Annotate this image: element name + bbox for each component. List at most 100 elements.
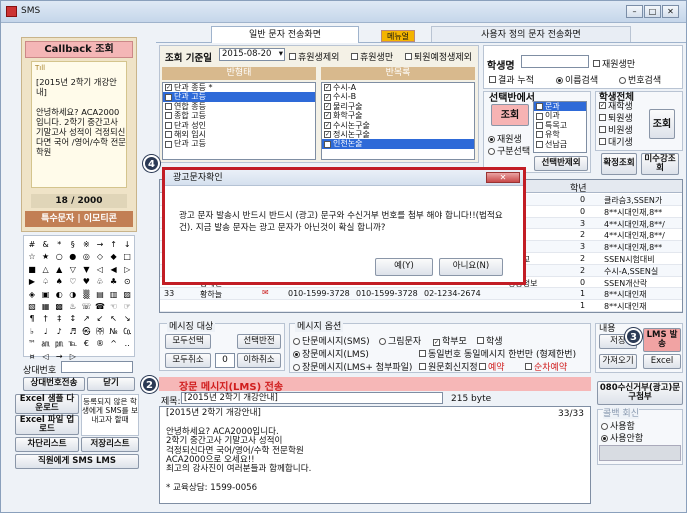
student-status-item[interactable]: ✓ 재학생 [599,99,649,112]
excel-button[interactable]: Excel [643,354,681,369]
cancel-below-button[interactable]: 이하취소 [237,353,281,368]
symbol-key[interactable]: ↖ [108,313,120,325]
symbol-key[interactable]: ♠ [53,276,65,288]
symbol-key[interactable]: ▧ [26,301,38,313]
table-row[interactable]: 33 황하늘 010-1599-3728 010-1599-3728 02-1234-2… [160,288,682,301]
opt-exclude-leave[interactable]: 휴원생제외 [289,50,339,63]
symbol-key[interactable]: ♪ [53,326,65,338]
class-type-list[interactable]: ✓ 단과 종등 * ✓ 단과 고등 연합 종등 종합 고등 단과 성인 해외 입시 단과 고등 [162,82,316,160]
check-reply-origin[interactable]: 원문회신지정 [419,360,478,373]
symbol-key[interactable]: ☏ [80,301,92,313]
symbol-key[interactable]: † [40,313,52,325]
symbol-key[interactable]: ♧ [94,276,106,288]
check-parent[interactable]: ✓ 학부모 [433,334,467,347]
symbol-tabs[interactable]: 특수문자 | 이모티콘 [25,211,133,227]
checkbox[interactable] [165,131,172,139]
symbol-key[interactable]: ▦ [40,301,52,313]
class-item[interactable]: ✓ 인천논술 [322,139,474,149]
refuse-number-button[interactable]: 080수신거부(광고)문구첨부 [597,381,683,405]
symbol-key[interactable]: ↓ [121,239,133,251]
lms-send-button[interactable]: LMS 발송 [643,328,681,352]
symbol-key[interactable]: ☜ [108,301,120,313]
symbol-key[interactable]: ♩ [40,326,52,338]
symbol-key[interactable]: ↑ [108,239,120,251]
excel-sample-button[interactable]: Excel 샘플 다운로드 [15,394,79,414]
symbol-key[interactable]: ▨ [121,289,133,301]
checkbox[interactable]: ✓ [324,131,331,139]
symbol-key[interactable]: ↘ [121,313,133,325]
checkbox[interactable] [536,112,543,120]
symbol-key[interactable]: ▷ [121,264,133,276]
student-status-item[interactable]: 대기생 [599,135,649,148]
symbol-key[interactable]: ^ [108,338,120,350]
symbol-key[interactable]: → [94,239,106,251]
symbol-key[interactable]: § [67,239,79,251]
symbol-key[interactable]: ♤ [40,276,52,288]
division-item[interactable]: 선납금 [534,140,586,149]
symbol-key[interactable]: ☎ [94,301,106,313]
class-type-item[interactable]: 단과 고등 [163,139,315,148]
radio-division[interactable]: 구분선택 [488,144,530,157]
symbol-key[interactable]: ▣ [40,289,52,301]
symbol-key[interactable]: ★ [40,251,52,263]
exclude-class-button[interactable]: 선택반제외 [534,156,588,171]
division-item[interactable]: 유학 [534,130,586,139]
phone-message[interactable]: [2015년 2학기 개강안내] 안녕하세요? ACA2000입니다. 2학기 … [36,77,126,157]
fetch-button[interactable]: 가져오기 [599,354,637,369]
radio-lms[interactable]: 장문메시지(LMS) [293,347,369,360]
class-type-item[interactable]: ✓ 단과 종등 * [163,83,315,92]
symbol-key[interactable]: ® [94,338,106,350]
student-status-list[interactable]: ✓ 재학생 퇴원생 비원생 대기생 [599,99,649,148]
symbol-key[interactable]: ● [67,251,79,263]
student-status-item[interactable]: 퇴원생 [599,111,649,124]
symbol-key[interactable]: ™ [26,338,38,350]
symbol-key[interactable]: ☞ [121,301,133,313]
recipient-send-button[interactable]: 상대번호전송 [23,377,85,391]
student-all-search-button[interactable]: 조회 [649,109,675,139]
checkbox[interactable]: ✓ [324,140,331,148]
symbol-key[interactable]: ㏘ [53,338,65,350]
class-list[interactable]: ✓ 수시-A ✓ 수시-B ✓ 물리구술 ✓ 화학구술 ✓ 수시논구술 ✓ 정시논구술 ✓ 인천논술 [321,82,475,160]
symbol-key[interactable]: ◇ [94,251,106,263]
symbol-key[interactable]: ‥ [121,338,133,350]
student-name-input[interactable] [521,55,589,68]
lms-body-editor[interactable]: [2015년 2학기 개강안내] 안녕하세요? ACA2000입니다. 2학기 … [159,406,591,504]
checkbox[interactable] [536,140,543,148]
table-row[interactable]: 1 8**시대인재 [160,300,682,312]
unconfirmed-search-button[interactable]: 미수강조회 [641,153,679,175]
save-list-button[interactable]: 저장리스트 [81,437,139,452]
class-type-item[interactable]: 종합 고등 [163,111,315,120]
symbol-key[interactable]: ◑ [67,289,79,301]
checkbox[interactable] [165,121,172,129]
symbol-key[interactable]: ◁ [40,351,52,363]
class-item[interactable]: ✓ 정시논구술 [322,130,474,139]
radio-name-search[interactable]: 이름검색 [556,73,598,86]
symbol-key[interactable]: ▤ [94,289,106,301]
date-picker[interactable]: 2015-08-20 ▾ [219,48,285,61]
symbol-key[interactable]: ‡ [53,313,65,325]
check-student[interactable]: 학생 [477,334,503,347]
check-reserve[interactable]: 예약 [479,360,505,373]
check-order-reserve[interactable]: 순차예약 [525,360,567,373]
symbol-key[interactable]: ▼ [80,264,92,276]
staff-sms-button[interactable]: 직원에게 SMS LMS [15,454,139,469]
division-item[interactable]: 이과 [534,111,586,120]
class-type-item[interactable]: 단과 성인 [163,121,315,130]
checkbox[interactable]: ✓ [599,101,606,109]
symbol-key[interactable]: € [80,338,92,350]
class-item[interactable]: ✓ 물리구술 [322,102,474,111]
symbol-key[interactable]: ♬ [67,326,79,338]
dialog-yes-button[interactable]: 예(Y) [375,258,433,276]
radio-sms[interactable]: 단문메시지(SMS) [293,334,370,347]
checkbox[interactable] [599,113,606,121]
symbol-key[interactable]: ↗ [80,313,92,325]
symbol-key[interactable]: # [26,239,38,251]
radio-lms-attach[interactable]: 장문메시지(LMS+ 첨부파일) [293,360,412,373]
message-icon[interactable]: ✉ [262,288,269,297]
symbol-key[interactable]: ※ [80,239,92,251]
student-status-item[interactable]: 비원생 [599,123,649,136]
opt-enrolled-only[interactable]: 재원생만 [593,57,635,70]
cancel-all-button[interactable]: 모두취소 [165,353,211,368]
symbol-key[interactable]: * [53,239,65,251]
class-item[interactable]: ✓ 화학구술 [322,111,474,120]
